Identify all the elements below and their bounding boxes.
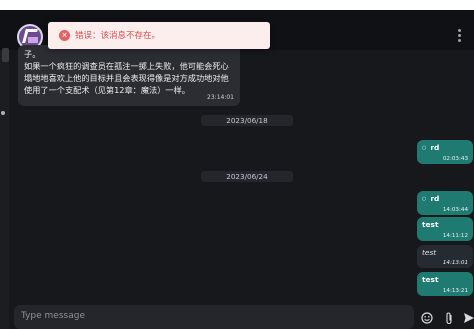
message-input[interactable] (21, 311, 401, 321)
message-time: 14:03:44 (442, 207, 468, 213)
incoming-message[interactable]: 子。 如果一个疯狂的调查员在孤注一掷上失败，他可能会死心 塌地地喜欢上他的目标并… (18, 45, 240, 106)
error-x-icon: × (59, 30, 70, 41)
message-time: 14:13:01 (442, 260, 468, 266)
message-text: rd (430, 194, 440, 203)
paperclip-icon[interactable] (444, 312, 454, 327)
error-toast[interactable]: × 错误：该消息不存在。 (48, 22, 270, 49)
toast-message: 错误：该消息不存在。 (75, 31, 161, 41)
date-separator: 2023/06/18 (201, 115, 293, 126)
message-text: test (422, 248, 437, 257)
outgoing-message[interactable]: test 14:13:21 (417, 272, 473, 296)
message-time: 23:14:01 (207, 94, 234, 101)
emoji-icon[interactable] (421, 312, 433, 326)
message-time: 14:13:21 (442, 288, 468, 294)
message-text: rd (430, 143, 440, 152)
outgoing-message[interactable]: ○ rd 14:03:44 (417, 191, 473, 215)
message-text: test (422, 275, 439, 284)
top-margin (0, 0, 474, 10)
avatar-logo-accent (28, 37, 38, 43)
chat-app: 子。 如果一个疯狂的调查员在孤注一掷上失败，他可能会死心 塌地地喜欢上他的目标并… (0, 0, 474, 329)
date-separator: 2023/06/24 (201, 171, 293, 182)
more-vertical-icon[interactable] (458, 29, 462, 43)
outgoing-message[interactable]: test 14:13:01 (417, 245, 473, 268)
message-text: test (422, 220, 439, 229)
send-icon[interactable] (464, 312, 474, 326)
message-line: 塌地地喜欢上他的目标并且会表现得像是对方成功地对他 (24, 73, 229, 83)
message-composer[interactable] (14, 305, 414, 329)
sidebar-strip (0, 50, 9, 329)
outgoing-message[interactable]: ○ rd 02:03:43 (417, 140, 473, 164)
check-icon: ○ (422, 196, 427, 202)
sidebar-indicator-dot (1, 111, 5, 115)
message-time: 02:03:43 (442, 156, 468, 162)
message-line: 如果一个疯狂的调查员在孤注一掷上失败，他可能会死心 (24, 61, 229, 71)
message-line: 使用了一个支配术（见第12章：魔法）一样。 (24, 85, 190, 95)
sidebar-toggle[interactable] (2, 48, 9, 62)
message-time: 14:11:12 (442, 233, 468, 239)
outgoing-message[interactable]: test 14:11:12 (417, 217, 473, 241)
check-icon: ○ (422, 145, 427, 151)
message-line: 子。 (24, 49, 41, 59)
